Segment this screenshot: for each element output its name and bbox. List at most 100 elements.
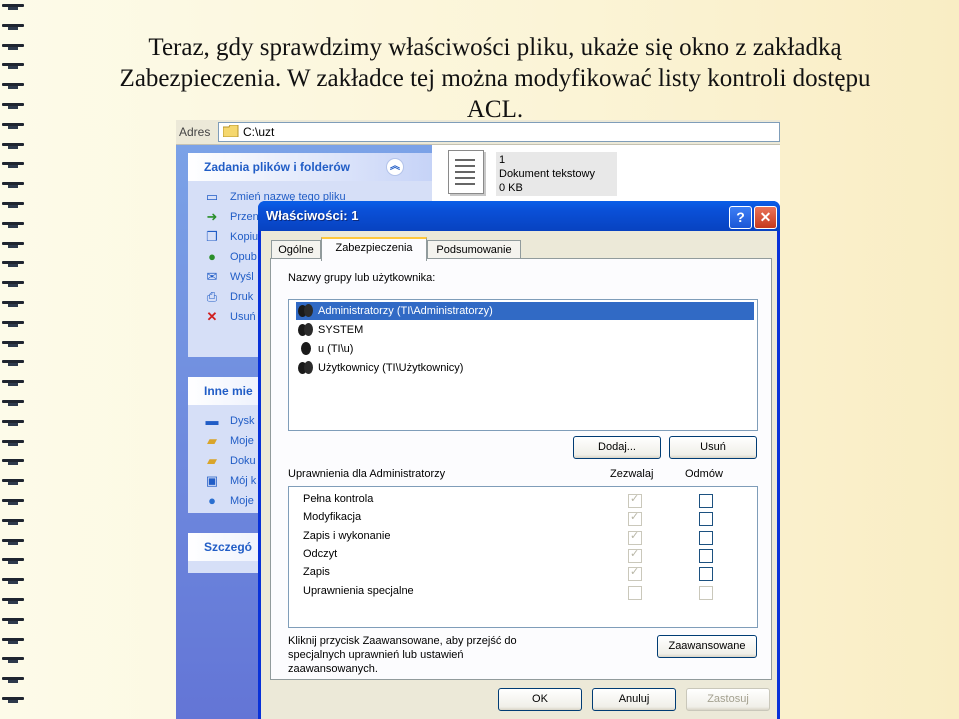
deny-checkbox[interactable] <box>699 567 713 582</box>
permission-name: Modyfikacja <box>303 511 362 524</box>
ok-button[interactable]: OK <box>498 688 582 711</box>
spiral-ring <box>2 499 24 505</box>
globe-icon: ● <box>208 249 216 264</box>
advanced-button[interactable]: Zaawansowane <box>657 635 757 658</box>
spiral-ring <box>2 479 24 485</box>
permission-name: Odczyt <box>303 547 338 560</box>
file-tasks-title: Zadania plików i folderów <box>204 160 351 174</box>
tab-summary[interactable]: Podsumowanie <box>427 240 521 259</box>
file-tasks-header[interactable]: Zadania plików i folderów ︽ <box>188 153 432 181</box>
advanced-hint-line-1: Kliknij przycisk Zaawansowane, aby przej… <box>288 635 517 647</box>
allow-checkbox[interactable]: ✓ <box>628 529 642 545</box>
drive-icon: ▬ <box>205 413 219 428</box>
folder-icon <box>223 125 239 137</box>
spiral-ring <box>2 341 24 347</box>
file-name: 1 <box>499 154 506 166</box>
deny-checkbox[interactable] <box>699 585 713 600</box>
spiral-ring <box>2 301 24 307</box>
spiral-ring <box>2 261 24 267</box>
user-list-item[interactable]: u (TI\u) <box>296 340 353 358</box>
file-item[interactable]: 1 Dokument tekstowy 0 KB <box>448 150 617 196</box>
permission-name: Zapis i wykonanie <box>303 529 391 542</box>
spiral-ring <box>2 459 24 465</box>
deny-checkbox[interactable] <box>699 494 713 508</box>
envelope-icon: ✉ <box>206 269 218 284</box>
spiral-binding <box>0 0 30 719</box>
spiral-ring <box>2 539 24 545</box>
spiral-ring <box>2 162 24 168</box>
spiral-ring <box>2 677 24 683</box>
caption-line-2: Zabezpieczenia. W zakładce tej można mod… <box>119 65 871 92</box>
address-value: C:\uzt <box>243 125 275 139</box>
spiral-ring <box>2 182 24 188</box>
spiral-ring <box>2 420 24 426</box>
collapse-icon[interactable]: ︽ <box>386 158 404 176</box>
allow-checkbox[interactable]: ✓ <box>628 547 642 563</box>
dialog-title: Właściwości: 1 <box>266 208 359 223</box>
properties-dialog: Właściwości: 1 ? ✕ Ogólne Zabezpieczenia… <box>258 201 780 719</box>
spiral-ring <box>2 697 24 703</box>
spiral-ring <box>2 44 24 50</box>
cancel-button[interactable]: Anuluj <box>592 688 676 711</box>
spiral-ring <box>2 400 24 406</box>
allow-checkbox[interactable] <box>628 585 642 600</box>
tab-general[interactable]: Ogólne <box>271 240 321 259</box>
address-input[interactable]: C:\uzt <box>218 122 780 142</box>
spiral-ring <box>2 321 24 327</box>
spiral-ring <box>2 638 24 644</box>
user-list-item[interactable]: Użytkownicy (TI\Użytkownicy) <box>296 359 463 377</box>
spiral-ring <box>2 380 24 386</box>
file-meta: 1 Dokument tekstowy 0 KB <box>496 152 617 196</box>
help-button[interactable]: ? <box>729 206 752 229</box>
allow-column-header: Zezwalaj <box>610 468 654 480</box>
spiral-ring <box>2 103 24 109</box>
close-button[interactable]: ✕ <box>754 206 777 229</box>
permission-name: Pełna kontrola <box>303 493 374 505</box>
folder-icon: ▰ <box>207 453 217 468</box>
deny-column-header: Odmów <box>685 468 723 480</box>
spiral-ring <box>2 143 24 149</box>
security-tab-page: Nazwy grupy lub użytkownika: Administrat… <box>270 258 772 680</box>
spiral-ring <box>2 558 24 564</box>
computer-icon: ▣ <box>205 473 219 488</box>
dialog-titlebar[interactable]: Właściwości: 1 ? ✕ <box>258 201 780 231</box>
other-places-title: Inne mie <box>204 384 253 398</box>
spiral-ring <box>2 618 24 624</box>
deny-checkbox[interactable] <box>699 548 713 563</box>
tab-security[interactable]: Zabezpieczenia <box>321 237 427 261</box>
address-bar: Adres C:\uzt <box>176 120 780 145</box>
allow-checkbox[interactable]: ✓ <box>628 492 642 508</box>
spiral-ring <box>2 281 24 287</box>
network-icon: ● <box>208 493 216 508</box>
deny-checkbox[interactable] <box>699 530 713 545</box>
user-icon <box>298 342 314 356</box>
permissions-list[interactable]: Pełna kontrola ✓ Modyfikacja ✓ Zapis i wykon… <box>288 486 758 628</box>
file-size: 0 KB <box>499 182 523 194</box>
spiral-ring <box>2 242 24 248</box>
remove-button[interactable]: Usuń <box>669 436 757 459</box>
user-list-item[interactable]: Administratorzy (TI\Administratorzy) <box>296 302 754 320</box>
advanced-hint-line-2: specjalnych uprawnień lub ustawień <box>288 649 464 661</box>
file-type: Dokument tekstowy <box>499 168 595 180</box>
spiral-ring <box>2 4 24 10</box>
deny-checkbox[interactable] <box>699 512 713 527</box>
users-listbox[interactable]: Administratorzy (TI\Administratorzy) SYS… <box>288 299 758 431</box>
group-icon <box>298 323 314 337</box>
folder-icon: ▰ <box>207 433 217 448</box>
details-title: Szczegó <box>204 540 253 554</box>
text-document-icon <box>448 150 484 194</box>
caption-line-1: Teraz, gdy sprawdzimy właściwości pliku,… <box>148 34 842 61</box>
allow-checkbox[interactable]: ✓ <box>628 565 642 582</box>
spiral-ring <box>2 578 24 584</box>
spiral-ring <box>2 123 24 129</box>
spiral-ring <box>2 24 24 30</box>
permissions-label: Uprawnienia dla Administratorzy <box>288 468 446 480</box>
apply-button[interactable]: Zastosuj <box>686 688 770 711</box>
delete-icon: ✕ <box>206 309 218 324</box>
allow-checkbox[interactable]: ✓ <box>628 510 642 527</box>
user-list-item[interactable]: SYSTEM <box>296 321 363 339</box>
group-icon <box>298 361 314 375</box>
add-button[interactable]: Dodaj... <box>573 436 661 459</box>
spiral-ring <box>2 657 24 663</box>
groups-label: Nazwy grupy lub użytkownika: <box>288 272 436 284</box>
